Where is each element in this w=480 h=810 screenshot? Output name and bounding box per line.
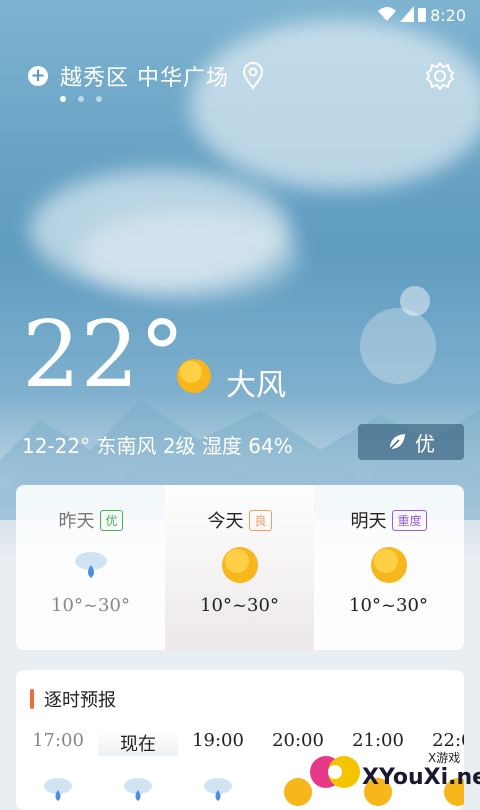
light-rain-icon: [75, 552, 107, 578]
hour-item-now[interactable]: 现在: [98, 730, 178, 801]
current-condition: 大风: [226, 368, 286, 403]
location-name: 越秀区 中华广场: [60, 66, 229, 91]
aqi-button[interactable]: 优: [358, 424, 464, 460]
status-bar: 8:20: [0, 0, 480, 30]
day-range: 10°~30°: [349, 595, 428, 616]
light-rain-icon: [44, 778, 72, 801]
battery-icon: [418, 8, 426, 22]
add-location-icon[interactable]: +: [28, 66, 48, 86]
sun-icon: [222, 547, 258, 583]
wifi-icon: [378, 7, 396, 21]
page-indicator: [60, 96, 102, 102]
cloud-1: [190, 20, 480, 190]
aqi-badge: 优: [100, 509, 123, 531]
title-accent-bar: [30, 689, 34, 709]
location-pin-icon: [242, 62, 264, 90]
aqi-badge: 重度: [392, 509, 427, 531]
day-today[interactable]: 今天 良 10°~30°: [165, 485, 314, 650]
hour-item[interactable]: 17:00: [18, 730, 98, 801]
hour-time: 17:00: [32, 730, 84, 751]
sun-icon: [371, 547, 407, 583]
light-rain-icon: [204, 778, 232, 801]
hourly-title-text: 逐时预报: [44, 690, 116, 711]
hour-time: 现在: [120, 734, 156, 755]
day-label: 今天: [207, 511, 244, 532]
decor-bubble-large: [360, 308, 436, 384]
day-label: 昨天: [58, 511, 95, 532]
aqi-label: 优: [415, 431, 435, 456]
sun-icon: [177, 359, 211, 393]
location-bar[interactable]: + 越秀区 中华广场: [28, 60, 265, 92]
three-day-card: 昨天 优 10°~30° 今天 良 10°~30° 明天 重度 10°~30°: [16, 485, 464, 650]
leaf-icon: [389, 434, 405, 450]
current-detail: 12-22° 东南风 2级 湿度 64%: [22, 434, 293, 458]
settings-gear-icon[interactable]: [424, 60, 456, 92]
current-temperature: 22°: [22, 301, 186, 408]
hour-time: 19:00: [192, 730, 244, 751]
page-dot-2[interactable]: [78, 96, 84, 102]
cloud-3: [80, 210, 300, 300]
day-yesterday[interactable]: 昨天 优 10°~30°: [16, 485, 165, 650]
page-dot-3[interactable]: [96, 96, 102, 102]
hourly-title: 逐时预报: [30, 686, 116, 712]
day-tomorrow[interactable]: 明天 重度 10°~30°: [314, 485, 463, 650]
watermark-logo: X游戏 XYouXi.net: [310, 751, 480, 790]
page-dot-1[interactable]: [60, 96, 66, 102]
status-time: 8:20: [430, 6, 466, 25]
day-label: 明天: [350, 511, 387, 532]
light-rain-icon: [124, 778, 152, 801]
day-range: 10°~30°: [51, 595, 130, 616]
aqi-badge: 良: [249, 509, 272, 531]
signal-icon: [400, 6, 414, 22]
watermark-line1: X游戏: [428, 751, 460, 765]
hour-item[interactable]: 19:00: [178, 730, 258, 801]
day-range: 10°~30°: [200, 595, 279, 616]
watermark-line2: XYouXi.net: [362, 765, 480, 790]
